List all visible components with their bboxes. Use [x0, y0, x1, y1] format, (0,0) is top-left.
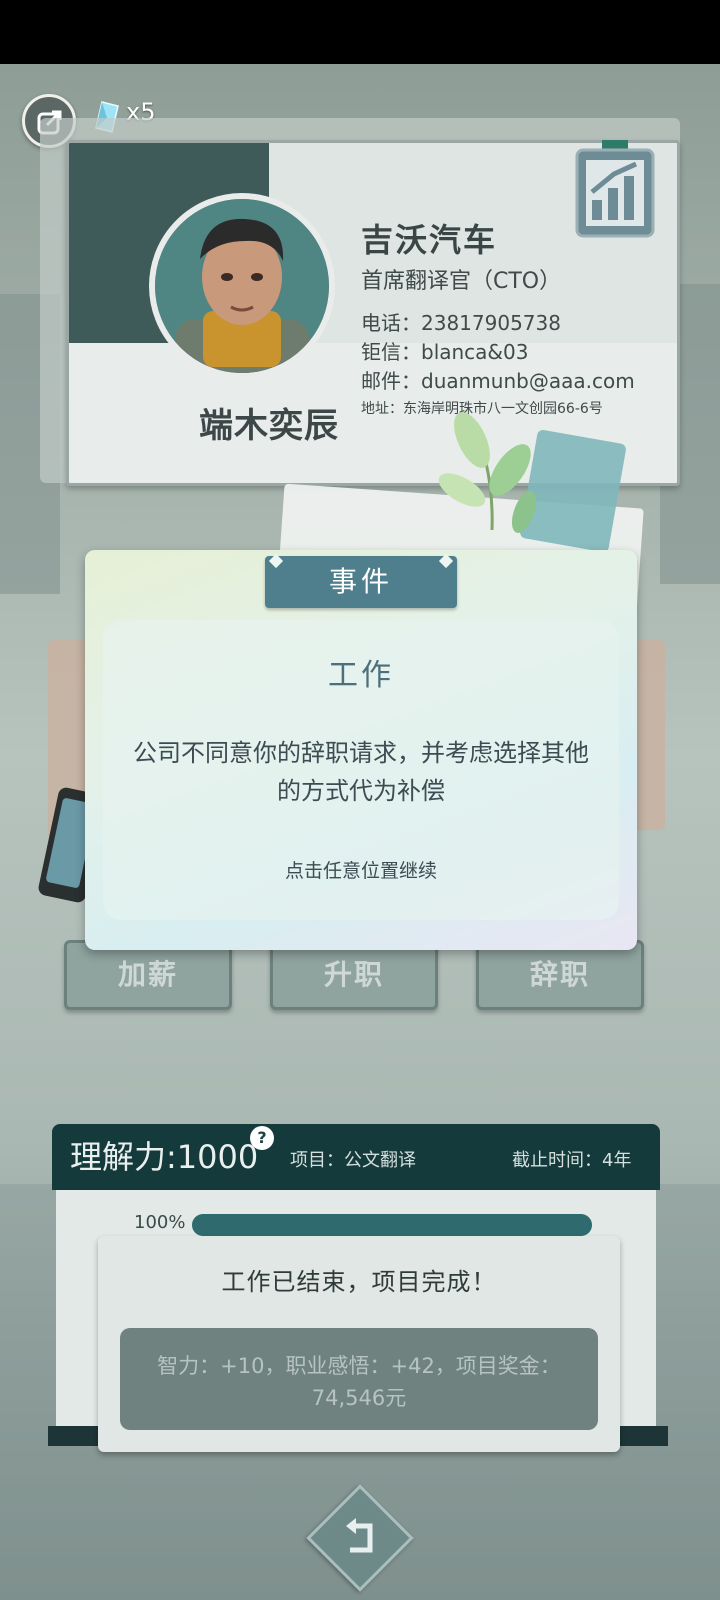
- event-message: 公司不同意你的辞职请求，并考虑选择其他的方式代为补偿: [133, 739, 589, 805]
- progress-fill: [192, 1214, 592, 1236]
- promotion-button[interactable]: 升职: [270, 940, 438, 1010]
- event-modal[interactable]: 事件 工作 公司不同意你的辞职请求，并考虑选择其他的方式代为补偿 点击任意位置继…: [85, 550, 637, 950]
- rewards-text: 智力：+10，职业感悟：+42，项目奖金：74,546元: [157, 1354, 561, 1410]
- rewards-box: 智力：+10，职业感悟：+42，项目奖金：74,546元: [120, 1328, 598, 1430]
- status-bar: [0, 0, 720, 64]
- email-text: 邮件：duanmunb@aaa.com: [361, 369, 635, 393]
- company-name: 吉沃汽车: [361, 221, 498, 259]
- resign-button[interactable]: 辞职: [476, 940, 644, 1010]
- job-title: 首席翻译官（CTO）: [361, 269, 562, 294]
- event-header: 事件: [265, 556, 457, 608]
- skill-value: 理解力:1000: [70, 1138, 259, 1176]
- leaf-decoration-icon: [438, 412, 537, 533]
- project-deadline: 截止时间：4年: [512, 1150, 632, 1171]
- progress-percent: 100%: [134, 1212, 186, 1233]
- raise-salary-button[interactable]: 加薪: [64, 940, 232, 1010]
- chat-id-text: 钜信：blanca&03: [361, 340, 529, 364]
- project-complete-popup[interactable]: 工作已结束，项目完成！ 智力：+10，职业感悟：+42，项目奖金：74,546元: [98, 1236, 620, 1452]
- character-portrait: [155, 199, 329, 373]
- growth-chart-icon[interactable]: [574, 140, 656, 240]
- return-arrow-icon: [346, 1518, 373, 1553]
- phone-text: 电话：23817905738: [361, 311, 561, 335]
- help-icon[interactable]: ?: [250, 1126, 274, 1150]
- complete-title: 工作已结束，项目完成！: [221, 1268, 497, 1296]
- project-name: 项目：公文翻译: [290, 1150, 416, 1171]
- event-title: 工作: [328, 658, 394, 693]
- person-name: 端木奕辰: [199, 406, 339, 446]
- tap-to-continue-hint[interactable]: 点击任意位置继续: [85, 856, 637, 883]
- avatar: [149, 193, 335, 379]
